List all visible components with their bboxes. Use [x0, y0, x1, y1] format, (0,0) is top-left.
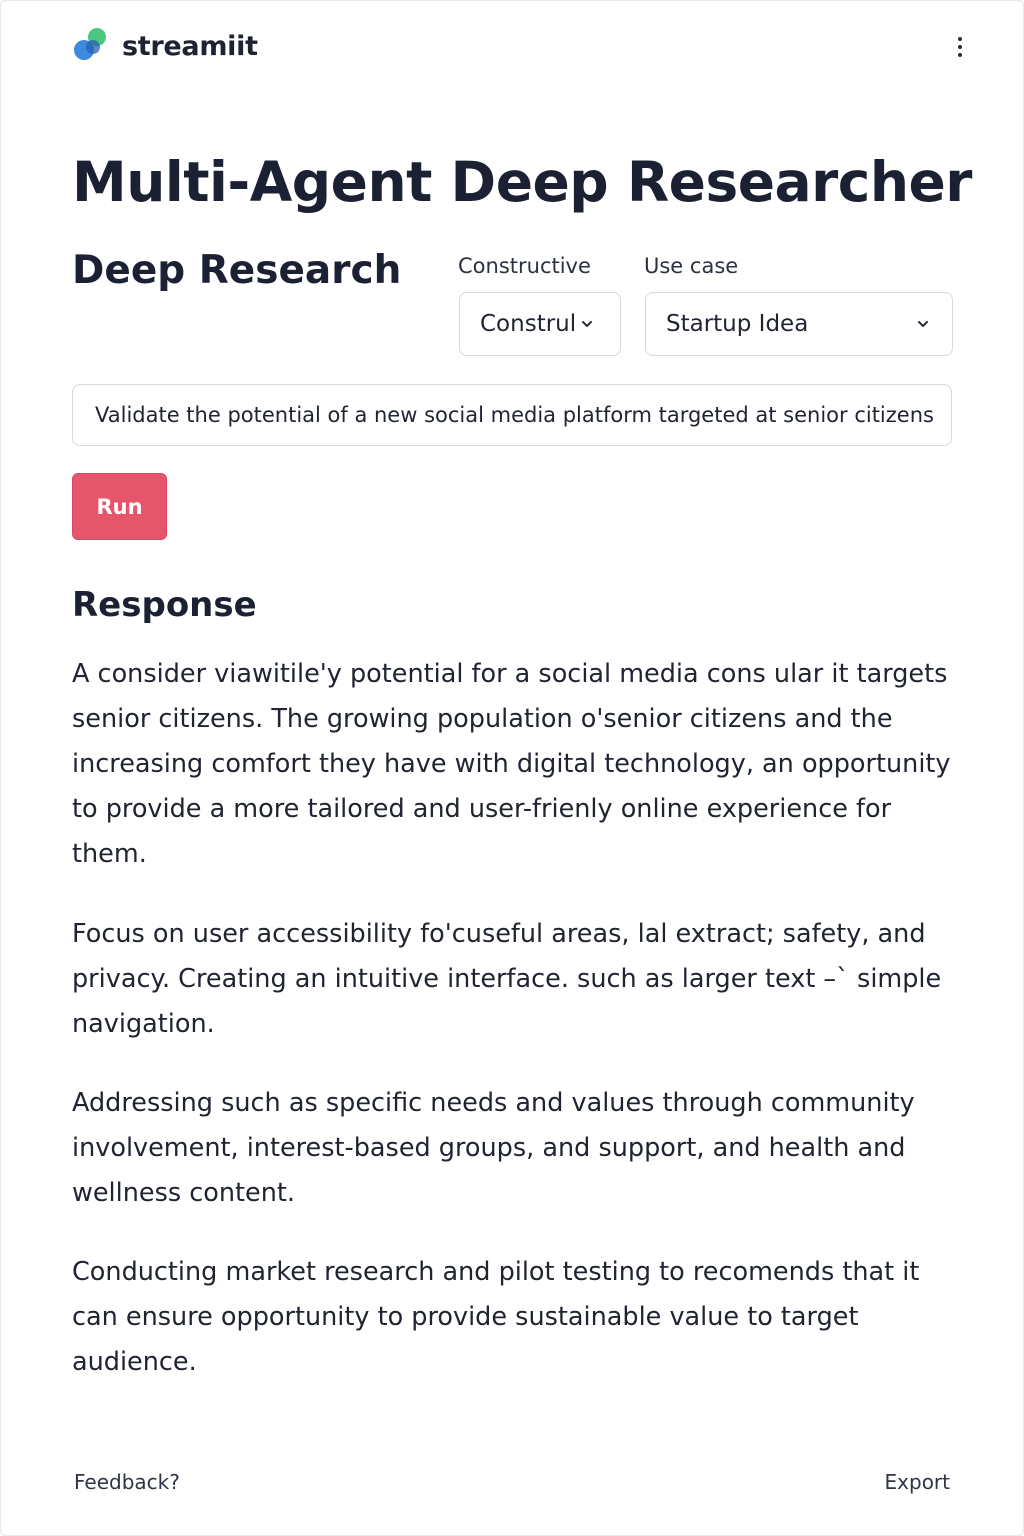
chevron-down-icon [916, 317, 930, 331]
mode-select-value: Construl [480, 311, 577, 337]
usecase-select-label: Use case [644, 254, 739, 278]
feedback-link[interactable]: Feedback? [74, 1470, 180, 1494]
streamlit-logo-icon [72, 26, 112, 66]
run-button[interactable]: Run [72, 473, 167, 540]
top-bar: streamiit [0, 0, 1024, 90]
query-input[interactable] [73, 385, 951, 445]
page-title: Multi-Agent Deep Researcher [72, 150, 972, 214]
export-link[interactable]: Export [885, 1470, 950, 1494]
response-paragraph: A consider viawitile'y potential for a s… [72, 659, 951, 869]
response-paragraph: Conducting market research and pilot tes… [72, 1257, 920, 1377]
brand[interactable]: streamiit [72, 26, 258, 66]
mode-select-label: Constructive [458, 254, 591, 278]
section-title: Deep Research [72, 248, 402, 293]
response-title: Response [72, 585, 257, 625]
mode-select[interactable]: Construl [459, 292, 621, 356]
response-paragraph: Focus on user accessibility fo'cuseful a… [72, 919, 942, 1039]
brand-name: streamiit [122, 30, 258, 62]
query-input-wrapper [72, 384, 952, 446]
usecase-select[interactable]: Startup Idea [645, 292, 953, 356]
response-paragraph: Addressing such as specific needs and va… [72, 1088, 915, 1208]
usecase-select-value: Startup Idea [666, 311, 809, 337]
chevron-down-icon [580, 317, 594, 331]
vertical-ellipsis-icon[interactable] [946, 32, 974, 62]
